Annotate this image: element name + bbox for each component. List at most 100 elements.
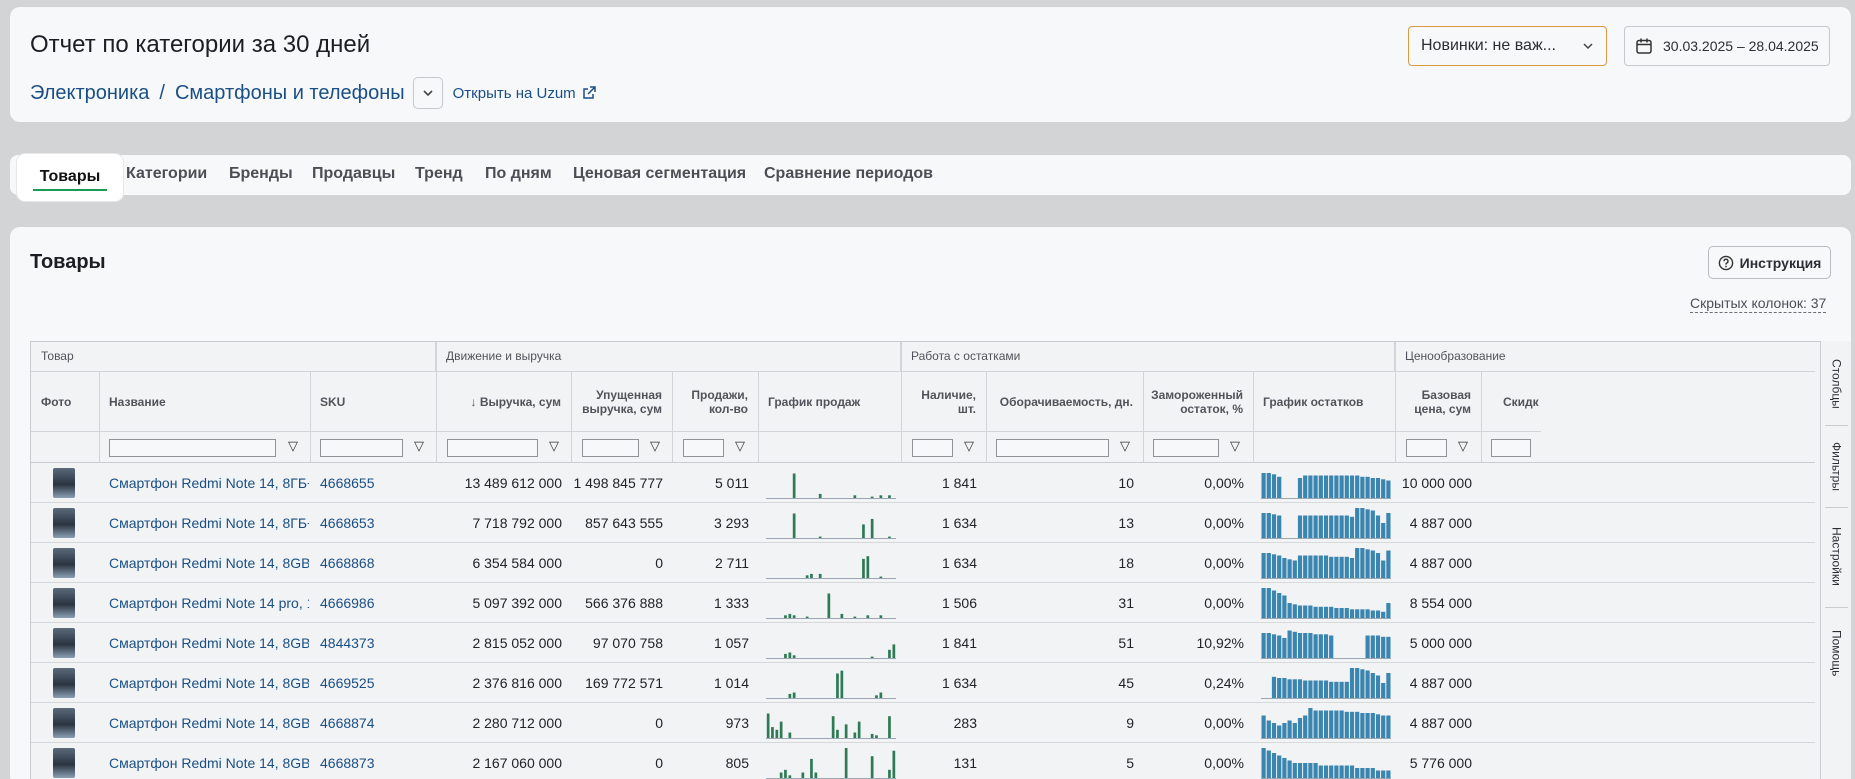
date-range-picker[interactable]: 30.03.2025 – 28.04.2025	[1624, 26, 1830, 66]
breadcrumb-electronics[interactable]: Электроника	[30, 82, 149, 105]
lost-revenue-filter-input[interactable]	[582, 439, 639, 457]
col-sku[interactable]: SKU	[310, 372, 436, 432]
filter-icon[interactable]: ▽	[650, 438, 660, 454]
tab-products[interactable]: Товары	[17, 154, 123, 201]
stock-bar	[1266, 750, 1271, 778]
rail-help[interactable]: Помощь	[1821, 613, 1852, 693]
product-sku-link[interactable]: 4669525	[320, 663, 430, 703]
col-base-price[interactable]: Базовая цена, сум	[1395, 372, 1481, 432]
product-photo[interactable]	[53, 748, 75, 778]
revenue-filter-input[interactable]	[447, 439, 538, 457]
rail-columns[interactable]: Столбцы	[1821, 349, 1852, 419]
product-name-link[interactable]: Смартфон Redmi Note 14, 8GB+2...	[109, 663, 309, 703]
side-panel-rail: Столбцы Фильтры Настройки Помощь	[1820, 341, 1851, 779]
price-filter-input[interactable]	[1406, 439, 1447, 457]
table-row[interactable]: Смартфон Redmi Note 14, 8ГБ+25... 4668653…	[31, 503, 1815, 543]
tab-by-days[interactable]: По дням	[485, 165, 552, 183]
stock-bar	[1277, 755, 1282, 778]
stock-filter-input[interactable]	[912, 439, 953, 457]
tab-price-segmentation[interactable]: Ценовая сегментация	[573, 165, 746, 183]
frozen-filter-input[interactable]	[1153, 439, 1219, 457]
novinki-select[interactable]: Новинки: не важ...	[1408, 26, 1607, 66]
col-frozen[interactable]: Замороженный остаток, %	[1143, 372, 1253, 432]
breadcrumb-smartphones[interactable]: Смартфоны и телефоны	[175, 82, 405, 105]
product-sku-link[interactable]: 4844373	[320, 623, 430, 663]
product-name-link[interactable]: Смартфон Redmi Note 14, 8GB+2...	[109, 703, 309, 743]
product-photo[interactable]	[53, 628, 75, 658]
product-sku-link[interactable]: 4668655	[320, 463, 430, 503]
name-filter-input[interactable]	[109, 439, 276, 457]
product-sku-link[interactable]: 4668874	[320, 703, 430, 743]
sales-sparkline	[766, 513, 896, 539]
col-turnover[interactable]: Оборачиваемость, дн.	[986, 372, 1143, 432]
turnover-filter-input[interactable]	[996, 439, 1109, 457]
sales-bar	[788, 732, 792, 738]
product-name-link[interactable]: Смартфон Redmi Note 14 pro, 12Г...	[109, 583, 309, 623]
sales-bar	[792, 655, 796, 658]
stock-bar	[1381, 560, 1386, 578]
col-lost-revenue[interactable]: Упущенная выручка, сум	[571, 372, 672, 432]
sales-filter-input[interactable]	[683, 439, 724, 457]
tab-brands[interactable]: Бренды	[229, 165, 293, 183]
stock-bar	[1339, 608, 1344, 618]
table-row[interactable]: Смартфон Redmi Note 14, 8GB+2... 4844373 2…	[31, 623, 1815, 663]
table-row[interactable]: Смартфон Redmi Note 14, 8GB+2... 4668874 2…	[31, 703, 1815, 743]
filter-icon[interactable]: ▽	[1230, 438, 1240, 454]
tab-sellers[interactable]: Продавцы	[312, 165, 395, 183]
sales-value: 5 011	[715, 475, 749, 491]
product-name-link[interactable]: Смартфон Redmi Note 14, 8GB+2...	[109, 543, 309, 583]
filter-icon[interactable]: ▽	[735, 438, 745, 454]
product-sku-link[interactable]: 4668653	[320, 503, 430, 543]
table-row[interactable]: Смартфон Redmi Note 14, 8GB+2... 4668873 2…	[31, 743, 1815, 779]
instruction-button[interactable]: Инструкция	[1708, 246, 1831, 279]
col-sales[interactable]: Продажи, кол-во	[672, 372, 758, 432]
tab-trend[interactable]: Тренд	[415, 165, 463, 183]
product-sku-link[interactable]: 4668873	[320, 743, 430, 779]
product-sku-link[interactable]: 4668868	[320, 543, 430, 583]
product-name-link[interactable]: Смартфон Redmi Note 14, 8ГБ+25...	[109, 463, 309, 503]
revenue-value: 7 718 792 000	[472, 515, 562, 531]
filter-icon[interactable]: ▽	[414, 438, 424, 454]
category-dropdown-button[interactable]	[412, 77, 443, 109]
col-discount[interactable]: Скидк	[1481, 372, 1541, 432]
product-photo[interactable]	[53, 508, 75, 538]
discount-filter-input[interactable]	[1491, 439, 1531, 457]
table-row[interactable]: Смартфон Redmi Note 14 pro, 12Г... 466698…	[31, 583, 1815, 623]
stock-bar	[1271, 753, 1277, 778]
open-on-uzum-link[interactable]: Открыть на Uzum	[453, 85, 597, 102]
sales-sparkline	[766, 713, 896, 739]
stock-bar	[1370, 635, 1375, 658]
product-name-link[interactable]: Смартфон Redmi Note 14, 8GB+2...	[109, 743, 309, 779]
stock-bar	[1277, 635, 1282, 658]
sku-filter-input[interactable]	[320, 439, 403, 457]
table-row[interactable]: Смартфон Redmi Note 14, 8GB+2... 4669525 2…	[31, 663, 1815, 703]
product-sku-link[interactable]: 4666986	[320, 583, 430, 623]
table-row[interactable]: Смартфон Redmi Note 14, 8GB+2... 4668868 6…	[31, 543, 1815, 583]
tab-period-comparison[interactable]: Сравнение периодов	[764, 165, 933, 183]
stock-sparkline	[1261, 748, 1391, 779]
rail-settings[interactable]: Настройки	[1821, 511, 1852, 601]
filter-icon[interactable]: ▽	[549, 438, 559, 454]
col-stock[interactable]: Наличие, шт.	[901, 372, 986, 432]
filter-icon[interactable]: ▽	[1120, 438, 1130, 454]
product-name-link[interactable]: Смартфон Redmi Note 14, 8GB+2...	[109, 623, 309, 663]
table-row[interactable]: Смартфон Redmi Note 14, 8ГБ+25... 4668655…	[31, 463, 1815, 503]
tab-categories[interactable]: Категории	[126, 165, 207, 183]
product-photo[interactable]	[53, 668, 75, 698]
col-revenue[interactable]: ↓ Выручка, сум	[436, 372, 571, 432]
filter-icon[interactable]: ▽	[1458, 438, 1468, 454]
products-table: Товар Движение и выручка Работа с остатк…	[30, 341, 1840, 779]
lost-revenue-value: 0	[655, 755, 663, 771]
product-photo[interactable]	[53, 588, 75, 618]
product-photo[interactable]	[53, 468, 75, 498]
stock-bar	[1313, 515, 1318, 538]
product-photo[interactable]	[53, 708, 75, 738]
product-photo[interactable]	[53, 548, 75, 578]
filter-icon[interactable]: ▽	[964, 438, 974, 454]
rail-filters[interactable]: Фильтры	[1821, 431, 1852, 501]
col-name[interactable]: Название	[99, 372, 310, 432]
col-stock-chart: График остатков	[1253, 372, 1395, 432]
hidden-columns-link[interactable]: Скрытых колонок: 37	[1690, 295, 1827, 313]
filter-icon[interactable]: ▽	[288, 438, 298, 454]
product-name-link[interactable]: Смартфон Redmi Note 14, 8ГБ+25...	[109, 503, 309, 543]
